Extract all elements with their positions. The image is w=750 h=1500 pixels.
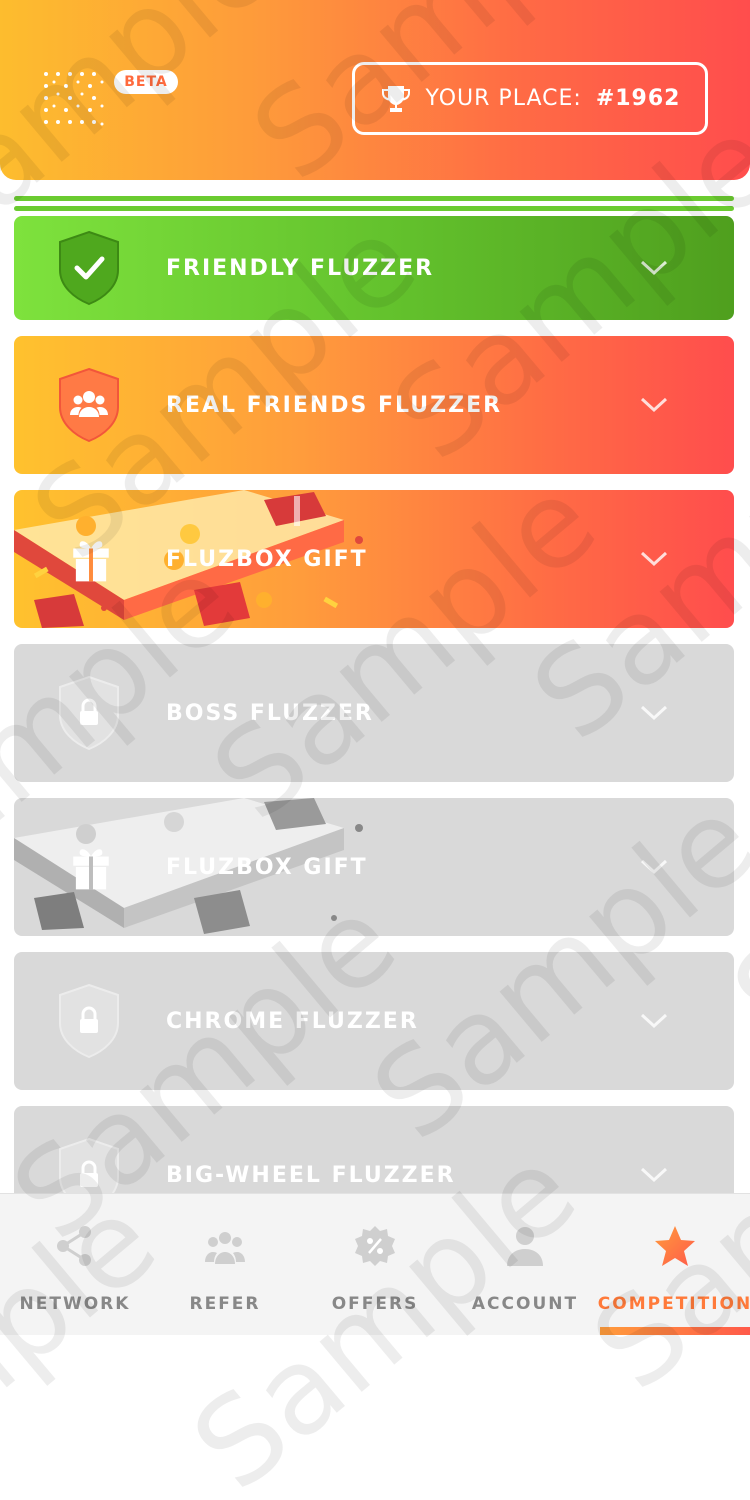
level-card-real-friends-fluzzer[interactable]: REAL FRIENDS FLUZZER (14, 336, 734, 474)
group-icon (205, 1232, 245, 1264)
place-label: YOUR PLACE: (425, 86, 582, 111)
chevron-down-icon[interactable] (640, 551, 668, 567)
fluz-logo (44, 72, 104, 126)
place-value: #1962 (595, 86, 681, 111)
star-icon (655, 1226, 695, 1266)
level-title: REAL FRIENDS FLUZZER (166, 392, 503, 418)
tab-label: OFFERS (331, 1294, 419, 1314)
lock-shield-icon (59, 983, 119, 1059)
tab-offers[interactable]: OFFERS (300, 1194, 450, 1335)
tab-label: REFER (189, 1294, 261, 1314)
progress-line (14, 196, 734, 201)
tab-network[interactable]: NETWORK (0, 1194, 150, 1335)
beta-badge: BETA (114, 70, 178, 94)
level-card-friendly-fluzzer[interactable]: FRIENDLY FLUZZER (14, 216, 734, 320)
level-title: FRIENDLY FLUZZER (166, 255, 435, 281)
tab-label: COMPETITION (597, 1294, 750, 1314)
friends-shield-icon (59, 367, 119, 443)
level-title: FLUZBOX GIFT (166, 546, 368, 572)
percent-badge-icon (355, 1226, 395, 1266)
your-place-button[interactable]: YOUR PLACE: #1962 (352, 62, 708, 135)
header-banner: BETA YOUR PLACE: #1962 (0, 0, 750, 180)
level-card-fluzbox-gift-locked[interactable]: FLUZBOX GIFT (14, 798, 734, 936)
tab-competition[interactable]: COMPETITION (597, 1194, 750, 1335)
tab-account[interactable]: ACCOUNT (450, 1194, 600, 1335)
chevron-down-icon[interactable] (640, 1013, 668, 1029)
chevron-down-icon[interactable] (640, 705, 668, 721)
level-card-boss-fluzzer[interactable]: BOSS FLUZZER (14, 644, 734, 782)
chevron-down-icon[interactable] (640, 1167, 668, 1183)
chevron-down-icon[interactable] (640, 859, 668, 875)
tab-label: ACCOUNT (471, 1294, 579, 1314)
level-title: FLUZBOX GIFT (166, 854, 368, 880)
level-card-chrome-fluzzer[interactable]: CHROME FLUZZER (14, 952, 734, 1090)
share-icon (57, 1226, 91, 1266)
progress-line (14, 206, 734, 211)
level-card-fluzbox-gift[interactable]: FLUZBOX GIFT (14, 490, 734, 628)
chevron-down-icon[interactable] (640, 397, 668, 413)
tab-label: NETWORK (19, 1294, 131, 1314)
progress-lines (14, 196, 734, 216)
tab-refer[interactable]: REFER (150, 1194, 300, 1335)
bottom-tab-bar: NETWORK REFER OFFERS ACCOUNT COMPETITION (0, 1193, 750, 1335)
level-title: BOSS FLUZZER (166, 700, 374, 726)
person-icon (507, 1227, 543, 1266)
gift-icon (73, 541, 109, 582)
level-title: CHROME FLUZZER (166, 1008, 419, 1034)
trophy-icon (381, 85, 410, 112)
check-shield-icon (59, 230, 119, 306)
lock-shield-icon (59, 675, 119, 751)
gift-icon (73, 849, 109, 890)
chevron-down-icon[interactable] (640, 260, 668, 276)
